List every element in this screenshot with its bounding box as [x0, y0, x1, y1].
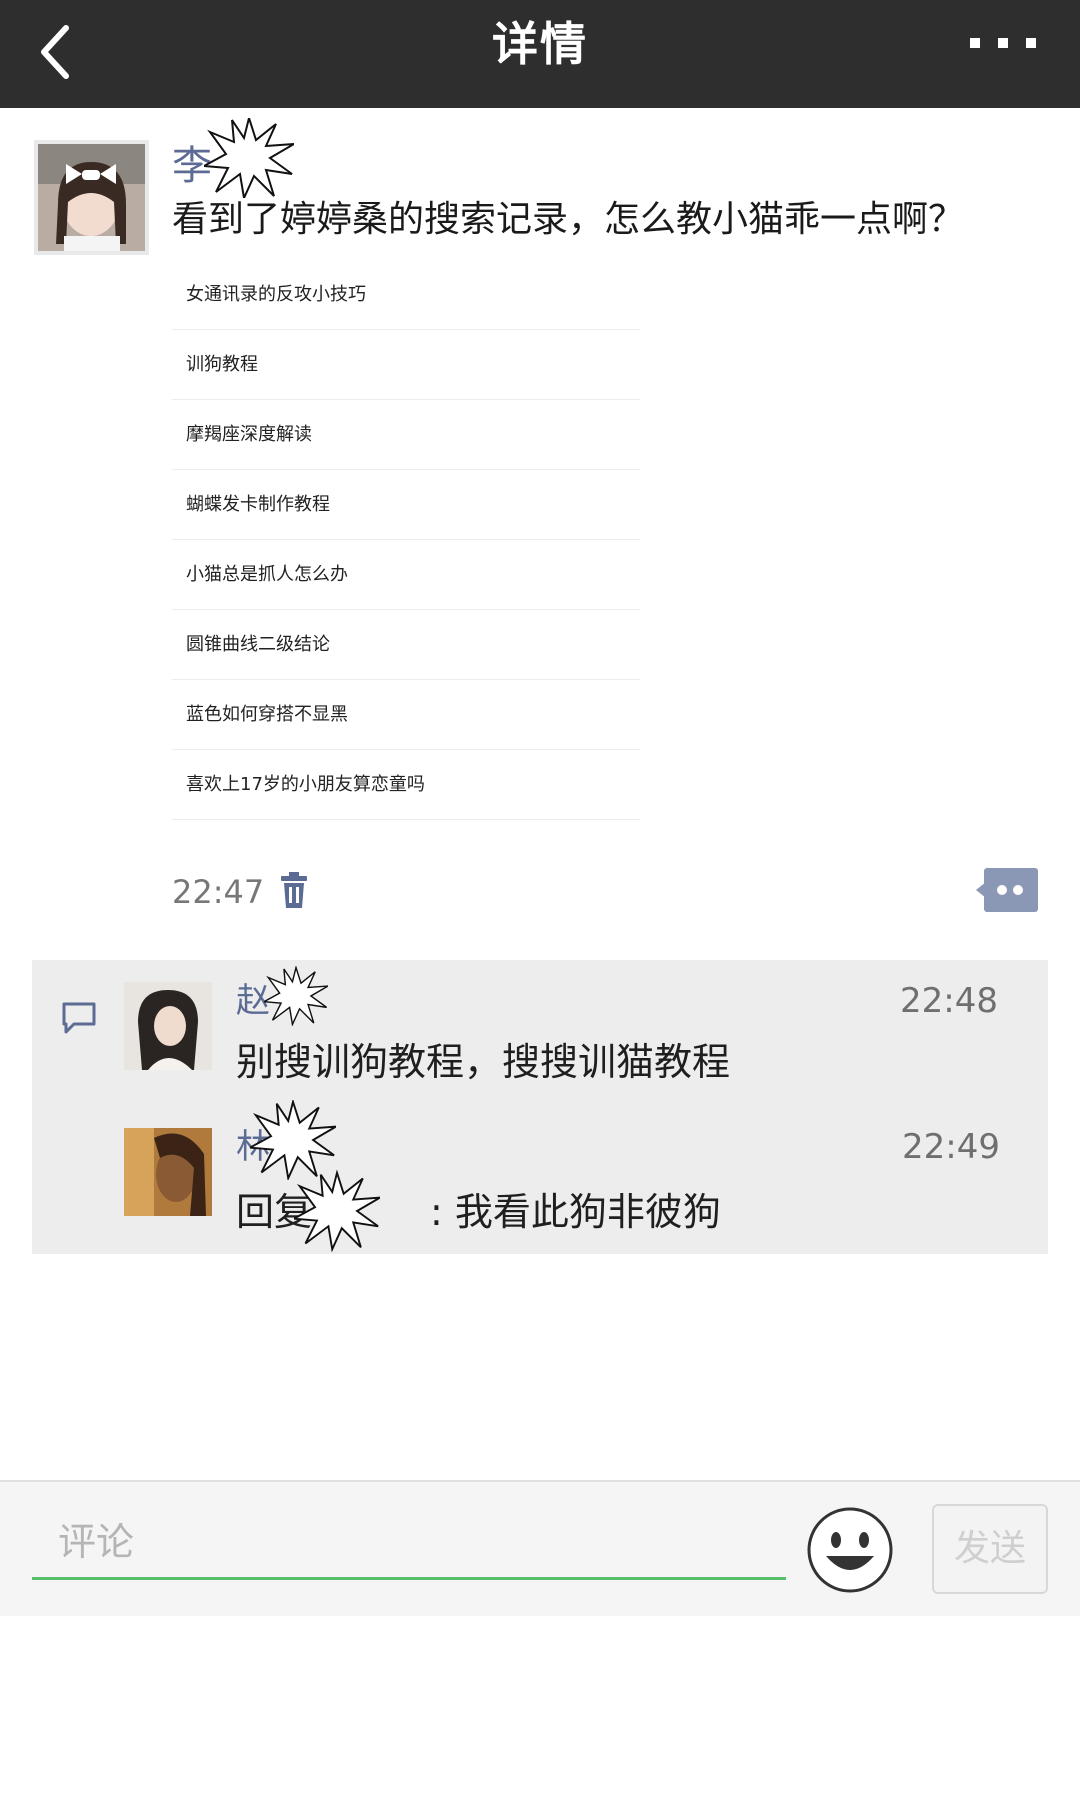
- send-button[interactable]: 发送: [932, 1504, 1048, 1594]
- commenter-avatar[interactable]: [124, 1128, 212, 1216]
- search-history-screenshot: 女通讯录的反攻小技巧 训狗教程 摩羯座深度解读 蝴蝶发卡制作教程 小猫总是抓人怎…: [172, 260, 640, 820]
- search-history-item: 圆锥曲线二级结论: [172, 610, 640, 680]
- censor-sticker-icon: [250, 1100, 336, 1180]
- more-dots-icon[interactable]: [970, 36, 1040, 50]
- top-bar: 详情: [0, 0, 1080, 108]
- post-text: 看到了婷婷桑的搜索记录，怎么教小猫乖一点啊？: [172, 199, 965, 240]
- page-title: 详情: [492, 17, 588, 71]
- comment-text: 别搜训狗教程，搜搜训猫教程: [236, 1040, 731, 1084]
- trash-icon[interactable]: [280, 872, 308, 908]
- search-history-item: 喜欢上17岁的小朋友算恋童吗: [172, 750, 640, 820]
- like-comment-menu-icon[interactable]: [976, 868, 1038, 912]
- censor-sticker-icon: [264, 966, 328, 1026]
- comment-timestamp: 22:49: [902, 1127, 1000, 1167]
- search-history-item: 女通讯录的反攻小技巧: [172, 260, 640, 330]
- comments-section: 赵 22:48 别搜训狗教程，搜搜训猫教程 林 22:49 回复: 我看此狗非彼…: [32, 960, 1048, 1254]
- reply-body: : 我看此狗非彼狗: [430, 1190, 721, 1234]
- comment-bubble-icon: [62, 1002, 96, 1034]
- censor-sticker-icon: [294, 1170, 380, 1252]
- comment-timestamp: 22:48: [900, 981, 998, 1021]
- comment-composer: 发送: [0, 1480, 1080, 1616]
- post-author-avatar[interactable]: [34, 140, 149, 255]
- search-history-item: 蓝色如何穿搭不显黑: [172, 680, 640, 750]
- search-history-item: 蝴蝶发卡制作教程: [172, 470, 640, 540]
- censor-sticker-icon: [204, 118, 294, 198]
- post-timestamp: 22:47: [172, 873, 265, 911]
- emoji-icon[interactable]: [806, 1506, 894, 1594]
- commenter-avatar[interactable]: [124, 982, 212, 1070]
- search-history-item: 摩羯座深度解读: [172, 400, 640, 470]
- search-history-item: 训狗教程: [172, 330, 640, 400]
- comment-input[interactable]: [32, 1510, 786, 1580]
- search-history-item: 小猫总是抓人怎么办: [172, 540, 640, 610]
